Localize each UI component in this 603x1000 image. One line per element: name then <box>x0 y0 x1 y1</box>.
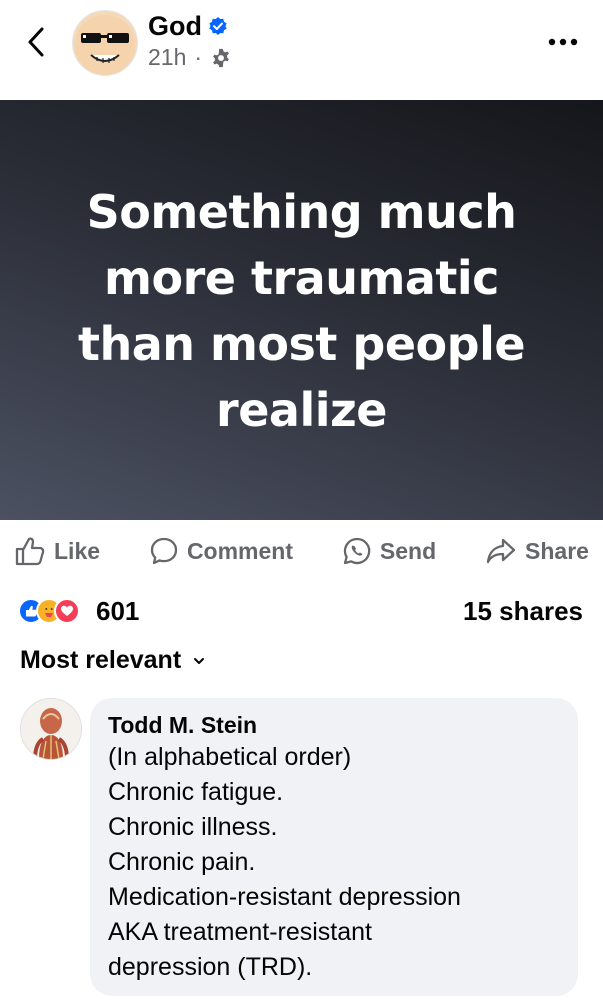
comment-text-line: depression (TRD). <box>108 953 313 981</box>
verified-badge-icon <box>208 16 228 36</box>
author-name-row[interactable]: God <box>148 10 228 42</box>
comment-bubble[interactable]: Todd M. Stein (In alphabetical order) Ch… <box>90 698 578 996</box>
share-count[interactable]: 15 shares <box>463 596 583 627</box>
comment-author[interactable]: Todd M. Stein <box>108 710 560 740</box>
send-label: Send <box>379 537 437 564</box>
post-text-background[interactable]: Something much more traumatic than most … <box>0 100 603 520</box>
back-button[interactable] <box>18 22 54 62</box>
like-button[interactable]: Like <box>14 536 100 566</box>
comment-text-line: Chronic illness. <box>108 813 278 841</box>
comment-text-line: Chronic fatigue. <box>108 778 284 806</box>
gear-icon <box>213 48 229 67</box>
reaction-count[interactable]: 601 <box>96 596 139 627</box>
comment-sort-dropdown[interactable]: Most relevant <box>20 646 205 675</box>
more-options-button[interactable] <box>545 28 581 56</box>
speech-bubble-icon <box>150 537 178 565</box>
comment-button[interactable]: Comment <box>149 536 293 566</box>
comment-text-line: Medication-resistant depression <box>108 883 461 911</box>
commenter-avatar[interactable] <box>20 698 82 760</box>
share-label: Share <box>525 537 589 564</box>
whatsapp-icon <box>343 537 371 565</box>
meta-separator: · <box>194 44 203 70</box>
cartoon-face-avatar-image <box>75 15 135 75</box>
post-action-bar: Like Comment Send Share <box>0 520 603 582</box>
post-timestamp[interactable]: 21h <box>148 44 186 71</box>
comment-label: Comment <box>186 537 293 564</box>
reaction-icons[interactable] <box>18 598 80 624</box>
like-label: Like <box>54 537 101 564</box>
share-button[interactable]: Share <box>485 536 589 566</box>
comment-text-line: Chronic pain. <box>108 848 256 876</box>
sort-label: Most relevant <box>20 646 182 674</box>
author-avatar[interactable] <box>72 10 138 76</box>
love-reaction-icon <box>54 598 80 624</box>
post-meta: 21h · <box>148 44 232 71</box>
chevron-down-icon <box>194 657 205 664</box>
anatomy-figure-avatar-image <box>21 699 81 759</box>
more-dots-icon <box>548 38 578 46</box>
thumbs-up-icon <box>15 537 45 566</box>
send-button[interactable]: Send <box>342 536 436 566</box>
share-arrow-icon <box>486 538 516 564</box>
post-text: Something much more traumatic than most … <box>77 185 526 437</box>
chevron-left-icon <box>28 27 44 57</box>
comment-text-line: AKA treatment-resistant <box>108 918 373 946</box>
comment-text-line: (In alphabetical order) <box>108 743 352 771</box>
post-header: God 21h · <box>0 0 603 100</box>
reactions-summary: 601 15 shares <box>0 590 603 634</box>
author-name[interactable]: God <box>148 10 202 42</box>
